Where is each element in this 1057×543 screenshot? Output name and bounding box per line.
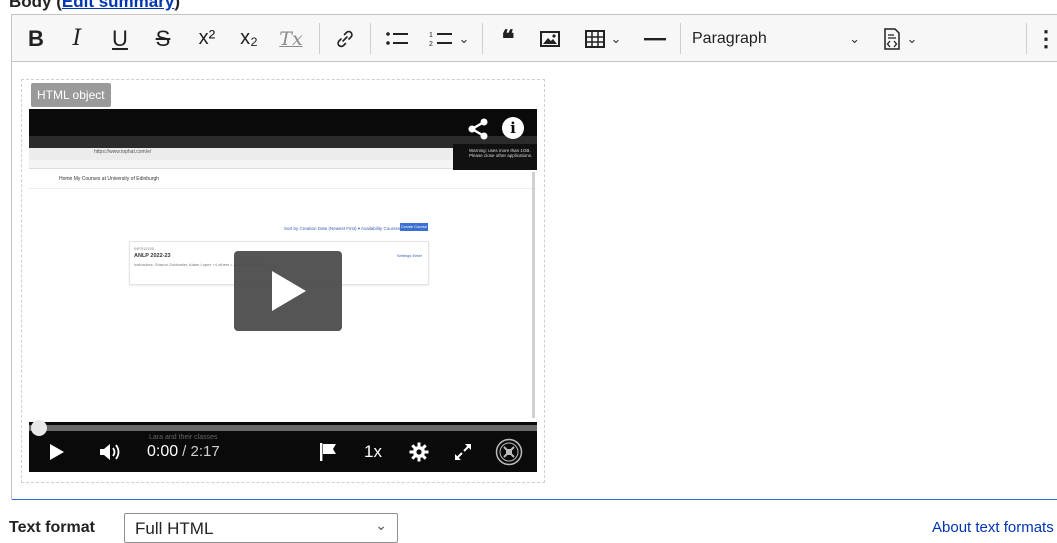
- insert-image-button[interactable]: [535, 15, 565, 62]
- vertical-ellipsis-icon: ⋮: [1035, 25, 1057, 51]
- playback-speed-button[interactable]: 1x: [364, 431, 382, 472]
- text-format-label: Text format: [9, 519, 95, 536]
- text-format-selected: Full HTML: [135, 519, 214, 538]
- time-display: 0:00 / 2:17: [147, 431, 220, 472]
- duration: / 2:17: [182, 443, 220, 460]
- play-button[interactable]: [49, 431, 65, 472]
- horizontal-line-button[interactable]: [640, 15, 670, 62]
- volume-icon: [100, 443, 120, 460]
- image-icon: [540, 30, 560, 47]
- field-label-text: Body: [9, 0, 52, 11]
- italic-button[interactable]: I: [63, 15, 91, 62]
- info-icon[interactable]: i: [502, 117, 524, 139]
- fullscreen-button[interactable]: [453, 431, 473, 472]
- big-play-button[interactable]: [234, 251, 342, 331]
- share-button[interactable]: [466, 117, 490, 141]
- numbered-list-icon: 12: [429, 32, 452, 48]
- toolbar-separator: [482, 23, 483, 54]
- toolbar-separator: [680, 23, 681, 54]
- superscript-button[interactable]: x²: [190, 15, 224, 62]
- frame-notice: Warning: uses more than 1GB. Please clos…: [453, 144, 537, 170]
- toolbar-separator: [1026, 23, 1027, 54]
- subscript-button[interactable]: x₂: [232, 15, 266, 62]
- text-format-row: Text format Full HTML ⌄ About text forma…: [0, 500, 1057, 543]
- chapters-button[interactable]: [319, 431, 337, 472]
- share-icon: [468, 118, 488, 140]
- chevron-down-icon: ⌄: [906, 30, 918, 46]
- bold-button[interactable]: B: [22, 15, 50, 62]
- html-object-label: HTML object: [31, 83, 111, 107]
- editor-content[interactable]: HTML object https://www.tophat.com/e/ Ho…: [12, 62, 1057, 500]
- current-time: 0:00: [147, 442, 179, 460]
- fullscreen-icon: [455, 443, 471, 460]
- remove-format-button[interactable]: Tx: [274, 15, 308, 62]
- settings-button[interactable]: [409, 431, 429, 472]
- toolbar-separator: [370, 23, 371, 54]
- video-controls: 0:00 / 2:17 1x: [29, 431, 537, 472]
- more-options-button[interactable]: ⋮: [1035, 15, 1057, 62]
- underline-button[interactable]: U: [106, 15, 134, 62]
- frame-app-title: Home My Courses at University of Edinbur…: [59, 176, 160, 182]
- editor-toolbar: B I U S x² x₂ Tx 12 ⌄ ❝ ⌄ Paragraph ⌄ ⌄ …: [12, 15, 1057, 62]
- svg-text:2: 2: [429, 41, 433, 48]
- rich-text-editor: B I U S x² x₂ Tx 12 ⌄ ❝ ⌄ Paragraph ⌄ ⌄ …: [11, 14, 1057, 500]
- link-button[interactable]: [330, 15, 360, 62]
- gear-icon: [409, 442, 429, 461]
- html-object-widget[interactable]: HTML object https://www.tophat.com/e/ Ho…: [21, 79, 545, 483]
- text-format-select[interactable]: Full HTML ⌄: [124, 513, 398, 543]
- frame-sort-controls: Sort by Creation Date (Newest First) ▾ A…: [284, 226, 411, 231]
- volume-button[interactable]: [99, 431, 121, 472]
- bulleted-list-button[interactable]: [381, 15, 413, 62]
- frame-scrollbar: [532, 172, 535, 418]
- source-code-icon: [883, 27, 900, 50]
- strikethrough-button[interactable]: S: [149, 15, 177, 62]
- blockquote-icon: ❝: [501, 24, 515, 53]
- paragraph-format-label: Paragraph: [692, 29, 767, 47]
- frame-card-code: INFR11155: [134, 246, 154, 251]
- edit-summary-link[interactable]: Edit summary: [62, 0, 174, 11]
- table-icon: [584, 29, 605, 48]
- chevron-down-icon: ⌄: [849, 30, 860, 46]
- university-crest-icon: [495, 438, 523, 465]
- insert-table-button[interactable]: ⌄: [576, 15, 630, 62]
- about-text-formats-link[interactable]: About text formats: [932, 519, 1054, 536]
- frame-card-title: ANLP 2022-23: [134, 253, 171, 259]
- frame-create-button: Create Course: [400, 223, 428, 231]
- chevron-down-icon: ⌄: [375, 517, 387, 533]
- svg-text:1: 1: [429, 32, 433, 39]
- toolbar-separator: [319, 23, 320, 54]
- horizontal-line-icon: [644, 37, 666, 40]
- video-player[interactable]: https://www.tophat.com/e/ Home My Course…: [29, 109, 537, 472]
- blockquote-button[interactable]: ❝: [493, 15, 523, 62]
- bulleted-list-icon: [386, 31, 408, 45]
- field-label: Body (Edit summary): [9, 0, 180, 12]
- source-editing-button[interactable]: ⌄: [874, 15, 926, 62]
- frame-card-actions: Settings Enter: [396, 253, 422, 258]
- frame-url-text: https://www.tophat.com/e/: [94, 149, 152, 155]
- flag-icon: [320, 442, 336, 461]
- numbered-list-button[interactable]: 12 ⌄: [422, 15, 476, 62]
- link-icon: [337, 30, 353, 47]
- play-icon: [50, 443, 64, 460]
- play-icon: [272, 271, 306, 311]
- university-logo[interactable]: [495, 431, 523, 472]
- paragraph-format-dropdown[interactable]: Paragraph ⌄: [692, 15, 862, 62]
- chevron-down-icon: ⌄: [458, 30, 470, 46]
- chevron-down-icon: ⌄: [610, 30, 622, 46]
